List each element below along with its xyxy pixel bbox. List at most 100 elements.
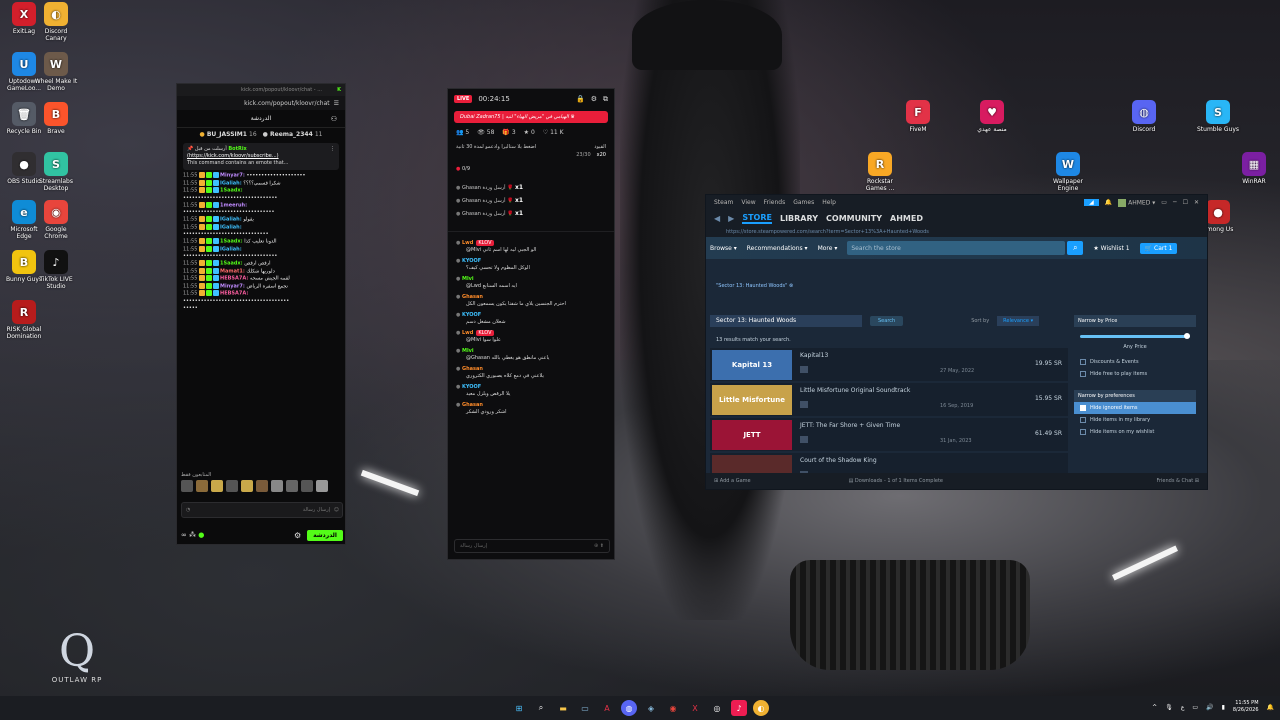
message-user[interactable]: HEBSA7A:: [220, 276, 248, 282]
chat-message[interactable]: 11:55 IGaliah: شكرا قسمي؟؟؟؟: [183, 179, 339, 188]
chat-message[interactable]: 11:55 Minyar7: تجمع اسفره الرياض: [183, 282, 339, 291]
desktop-icon-winrar[interactable]: ▦ WinRAR: [1232, 152, 1276, 185]
pref-option-hide-items-in-my-library[interactable]: Hide items in my library: [1074, 414, 1196, 426]
emote-icon[interactable]: [226, 480, 238, 492]
price-slider[interactable]: [1080, 333, 1190, 339]
query-input[interactable]: Sector 13: Haunted Woods: [710, 315, 862, 327]
message-user[interactable]: 1Saadx:: [220, 188, 243, 194]
kick-emoji-icon[interactable]: ☺: [334, 507, 339, 513]
chat-message[interactable]: 11:55 IGaliah:: [183, 245, 339, 254]
live-message-user[interactable]: Ghasan: [462, 366, 483, 372]
notification-icon[interactable]: 🔔: [1267, 704, 1274, 711]
emote-icon[interactable]: [241, 480, 253, 492]
desktop-icon-discord-canary[interactable]: ◐ Discord Canary: [34, 2, 78, 42]
sort-select[interactable]: Relevance ▾: [997, 316, 1040, 326]
desktop-icon-brave[interactable]: B Brave: [34, 102, 78, 135]
emote-row[interactable]: [181, 480, 341, 492]
tray-overflow-icon[interactable]: ^: [1152, 704, 1157, 711]
emote-icon[interactable]: [301, 480, 313, 492]
kloovr-icon[interactable]: A: [599, 700, 615, 716]
kick-users-icon[interactable]: ⚇: [331, 115, 337, 123]
pin-link[interactable]: (https://kick.com/kloovr/subscribe...): [187, 153, 279, 159]
desktop-icon-rockstar-games[interactable]: R Rockstar Games ...: [858, 152, 902, 192]
desktop-icon-stumble-guys[interactable]: S Stumble Guys: [1196, 100, 1240, 133]
message-user[interactable]: IGaliah:: [220, 224, 242, 230]
live-message-user[interactable]: Lwd: [462, 330, 473, 336]
kick-gift-icon[interactable]: ◔: [186, 507, 190, 513]
subnav-recommendations[interactable]: Recommendations ▾: [747, 245, 808, 252]
steam-menu-help[interactable]: Help: [822, 199, 836, 206]
emote-icon[interactable]: [181, 480, 193, 492]
steam-menu-games[interactable]: Games: [793, 199, 814, 206]
live-message[interactable]: ● Ghasan يلاعني في دمع كلاه يصبوري الكثرو…: [448, 366, 614, 380]
message-user[interactable]: Minyar7:: [220, 283, 245, 289]
live-message-user[interactable]: Ghasan: [462, 402, 483, 408]
emote-icon[interactable]: [286, 480, 298, 492]
chat-message[interactable]: •••••••••••••••••••••••••••••: [183, 231, 339, 238]
search-breadcrumb[interactable]: "Sector 13: Haunted Woods" ⊗: [716, 283, 793, 289]
chat-message[interactable]: 11:55 HEBSA7A:: [183, 290, 339, 298]
live-message-user[interactable]: Mlvi: [462, 348, 474, 354]
back-icon[interactable]: ◀: [714, 214, 720, 223]
live-message[interactable]: ● KYOOF يلا الرقص ويلزل معيد: [448, 384, 614, 398]
breadcrumb-remove-icon[interactable]: ⊗: [789, 283, 793, 289]
chat-message[interactable]: •••••••••••••••••••••••••••••••: [183, 209, 339, 216]
chat-message[interactable]: 11:55 1Saadx: الدونا تعليب كذا: [183, 238, 339, 246]
emote-icon[interactable]: [196, 480, 208, 492]
message-user[interactable]: IGaliah:: [220, 217, 242, 223]
chat-message[interactable]: 11:55 IGaliah: يقولو: [183, 216, 339, 224]
search-icon[interactable]: ⌕: [1067, 241, 1084, 255]
exitlag-icon[interactable]: X: [687, 700, 703, 716]
chat-message[interactable]: 11:55 1meeruh:: [183, 201, 339, 210]
live-message-user[interactable]: KYOOF: [462, 258, 481, 264]
maximize-icon[interactable]: ☐: [1183, 199, 1188, 206]
subnav-more[interactable]: More ▾: [818, 245, 838, 252]
pref-option-hide-items-on-my-wishlist[interactable]: Hide items on my wishlist: [1074, 426, 1196, 438]
steam-menu-friends[interactable]: Friends: [764, 199, 786, 206]
search-result-row[interactable]: JETT JETT: The Far Shore + Given Time 31 J…: [710, 417, 1068, 451]
discounts-checkbox[interactable]: Discounts & Events: [1074, 356, 1196, 368]
gifter-2[interactable]: ● Reema_2344 11: [263, 131, 323, 138]
volume-icon[interactable]: 🔊: [1206, 704, 1213, 711]
steam-menu-view[interactable]: View: [741, 199, 755, 206]
chat-message[interactable]: ••••••••••••••••••••••••••••••••: [183, 195, 339, 202]
desktop-icon-streamlabs-desktop[interactable]: S Streamlabs Desktop: [34, 152, 78, 192]
checkbox[interactable]: [1080, 405, 1086, 411]
checkbox[interactable]: [1080, 417, 1086, 423]
microphone-icon[interactable]: 🎙: [1165, 704, 1173, 711]
close-icon[interactable]: ✕: [1194, 199, 1199, 206]
chrome-icon[interactable]: ◉: [665, 700, 681, 716]
desktop-icon-google-chrome[interactable]: ◉ Google Chrome: [34, 200, 78, 240]
live-message[interactable]: ● Lwd KLOV @Mlvi الو الجبي ليه لها اسم ثان…: [448, 240, 614, 254]
kick-message-input[interactable]: إرسال رسالة ☺ ◔: [181, 502, 343, 518]
steam-menu-steam[interactable]: Steam: [714, 199, 733, 206]
message-user[interactable]: 1Saadx:: [220, 261, 243, 267]
checkbox[interactable]: [1080, 359, 1086, 365]
discord-icon[interactable]: ◍: [621, 700, 637, 716]
chat-message[interactable]: 11:55 1Saadx: ارقص ارقص: [183, 260, 339, 268]
steam-account[interactable]: AHMED ▾: [1118, 198, 1155, 207]
kick-close-icon[interactable]: K: [337, 87, 341, 93]
nav-profile[interactable]: AHMED: [890, 214, 923, 223]
gifter-1[interactable]: ● BU_JASSIM1 16: [200, 131, 257, 138]
settings-icon[interactable]: ⚙: [591, 95, 597, 104]
popout-icon[interactable]: ⧉: [603, 95, 608, 104]
downloads-status[interactable]: ▤ Downloads - 1 of 1 Items Complete: [849, 478, 943, 484]
message-user[interactable]: Mamat1:: [220, 268, 245, 274]
add-game-button[interactable]: ⊞ Add a Game: [714, 478, 751, 484]
chat-message[interactable]: 11:55 Minyar7: ••••••••••••••••••••: [183, 172, 339, 180]
nav-store[interactable]: STORE: [742, 213, 772, 224]
live-message-user[interactable]: KYOOF: [462, 384, 481, 390]
message-user[interactable]: Minyar7:: [220, 173, 245, 179]
cart-button[interactable]: 🛒 Cart 1: [1139, 242, 1178, 254]
network-icon[interactable]: ▭: [1192, 704, 1198, 711]
forward-icon[interactable]: ▶: [728, 214, 734, 223]
emote-icon[interactable]: [211, 480, 223, 492]
live-message[interactable]: ● Lwd KLOV @Mlvi علوا سوا: [448, 330, 614, 344]
search-result-row[interactable]: Kapital 13 Kapital13 27 May, 2022 19.95 SR: [710, 347, 1068, 381]
live-message[interactable]: ● Mlvi @Lwd ايه اسمه السنابع: [448, 276, 614, 290]
live-message-user[interactable]: Ghasan: [462, 294, 483, 300]
live-message[interactable]: ● KYOOF الوكل المظوم ولا تحسي كيف؟: [448, 258, 614, 272]
message-user[interactable]: IGaliah:: [220, 180, 242, 186]
hide-free-checkbox[interactable]: Hide free to play items: [1074, 368, 1196, 380]
